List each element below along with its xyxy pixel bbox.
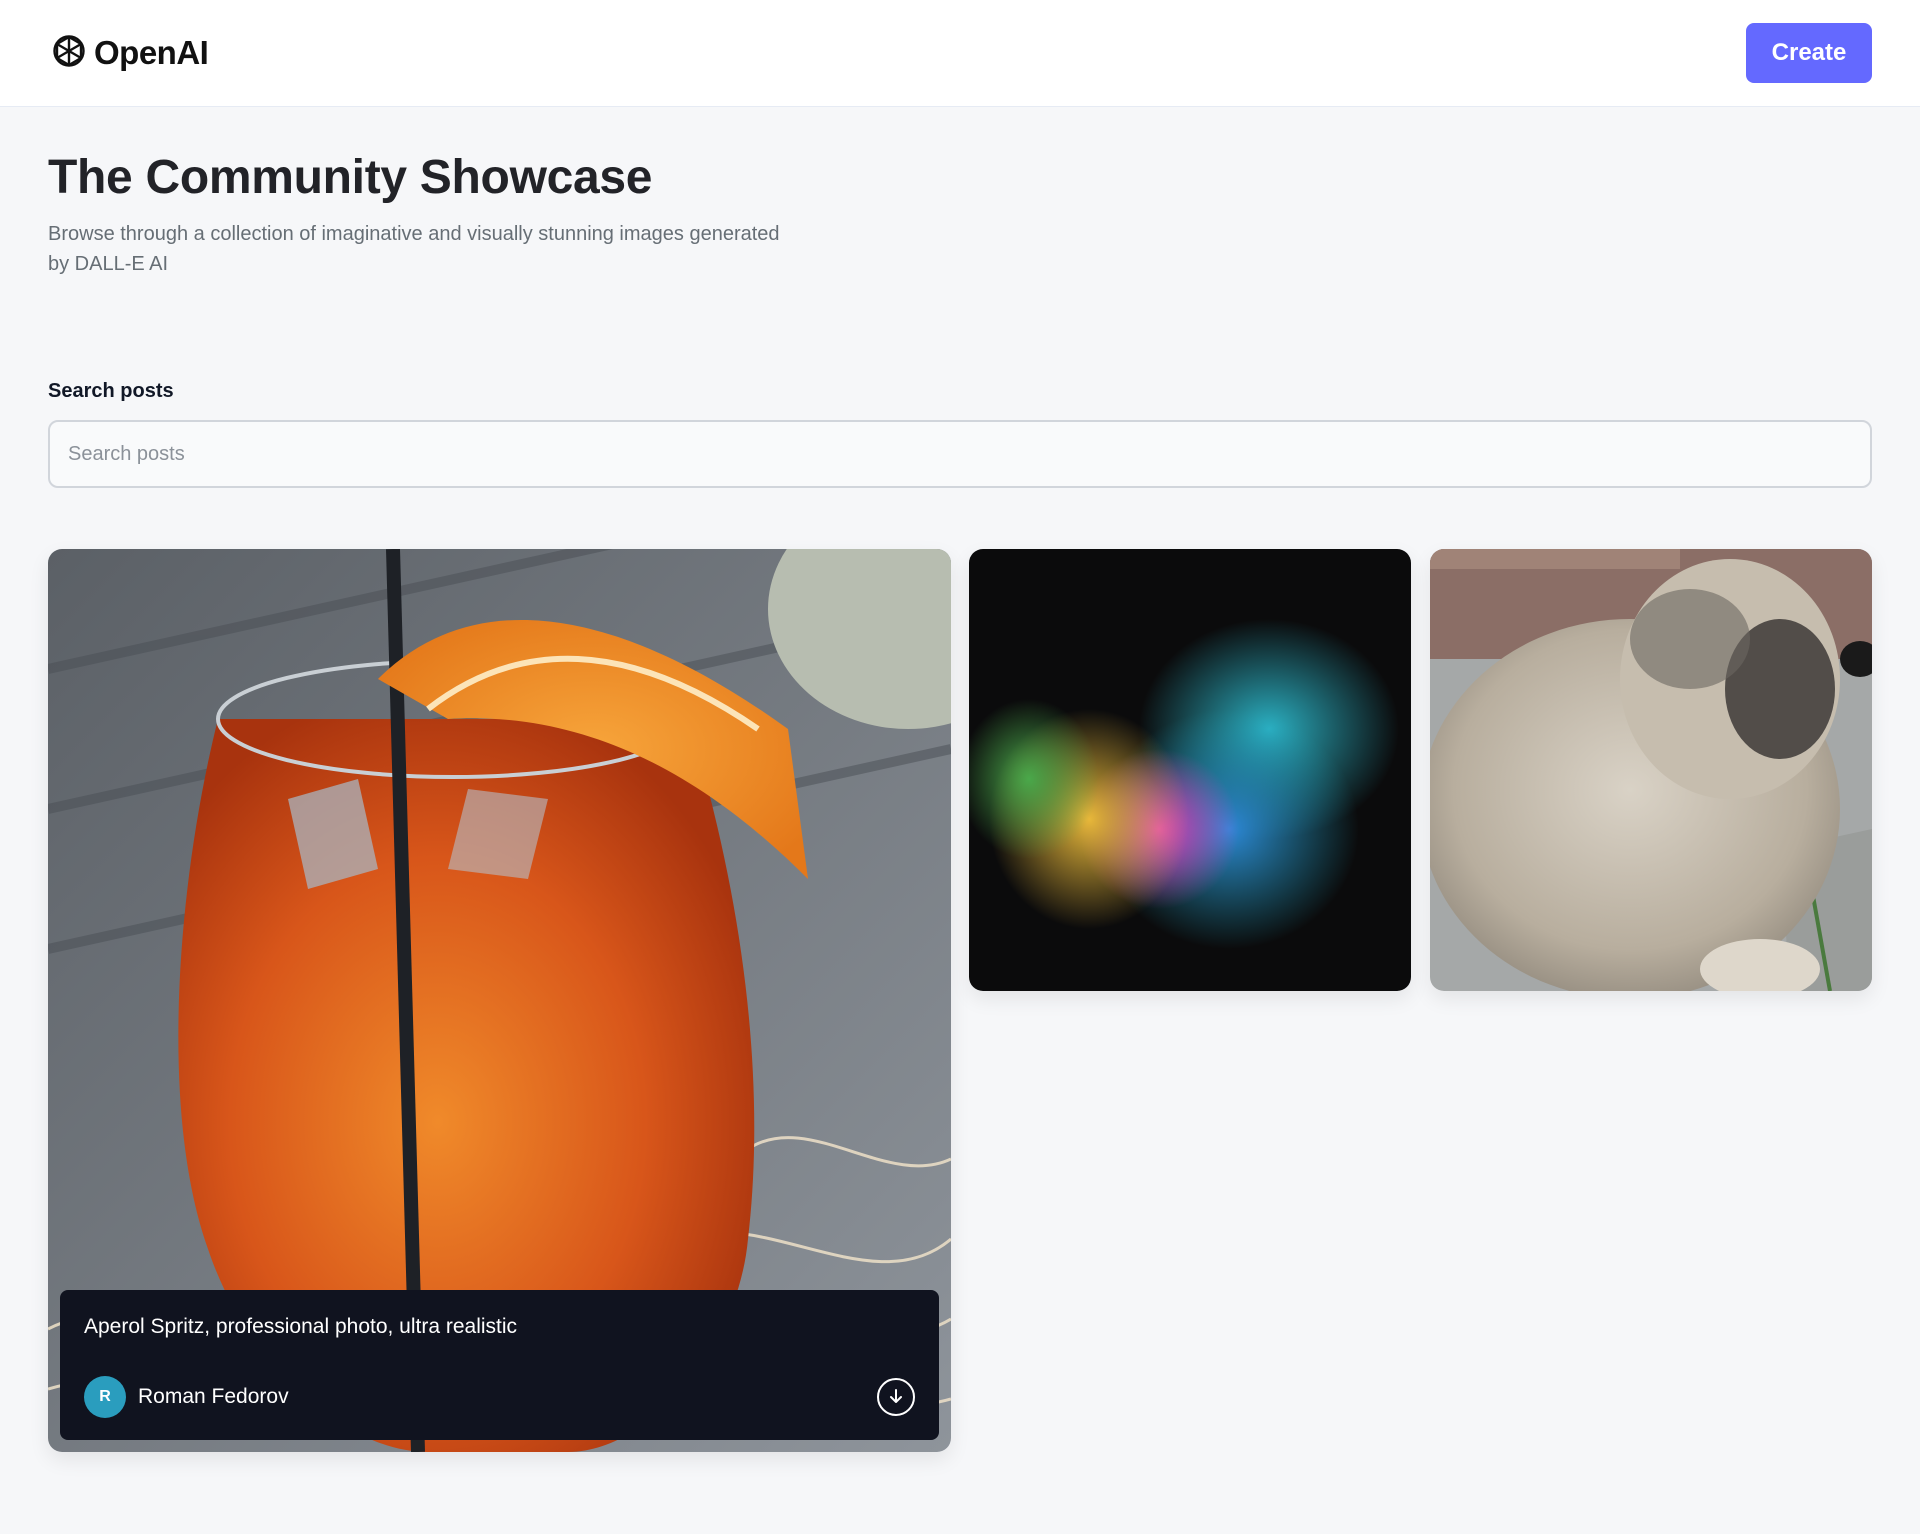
- logo-text: OpenAI: [94, 34, 209, 71]
- openai-logo-icon: [53, 35, 85, 67]
- search-label: Search posts: [48, 380, 174, 402]
- download-button[interactable]: [877, 1378, 915, 1416]
- author-name: Roman Fedorov: [138, 1385, 289, 1408]
- post-card[interactable]: [1430, 549, 1872, 991]
- post-author-row: R Roman Fedorov: [84, 1376, 915, 1418]
- avatar: R: [84, 1376, 126, 1418]
- page-subtitle: Browse through a collection of imaginati…: [48, 222, 780, 275]
- openai-logo-link[interactable]: OpenAI: [48, 32, 209, 74]
- post-image: [969, 549, 1411, 991]
- page-title: The Community Showcase: [48, 151, 653, 204]
- post-image: [1430, 549, 1872, 991]
- post-card[interactable]: [969, 549, 1411, 991]
- post-prompt: Aperol Spritz, professional photo, ultra…: [84, 1315, 518, 1338]
- search-input[interactable]: [48, 420, 1872, 488]
- download-icon: [890, 1389, 902, 1403]
- create-button[interactable]: Create: [1746, 23, 1872, 83]
- post-card[interactable]: Aperol Spritz, professional photo, ultra…: [48, 549, 951, 1452]
- post-author: R Roman Fedorov: [84, 1376, 289, 1418]
- top-navbar: OpenAI Create: [0, 0, 1920, 107]
- hero-section: The Community Showcase Browse through a …: [48, 151, 808, 279]
- post-info-overlay: Aperol Spritz, professional photo, ultra…: [60, 1290, 939, 1440]
